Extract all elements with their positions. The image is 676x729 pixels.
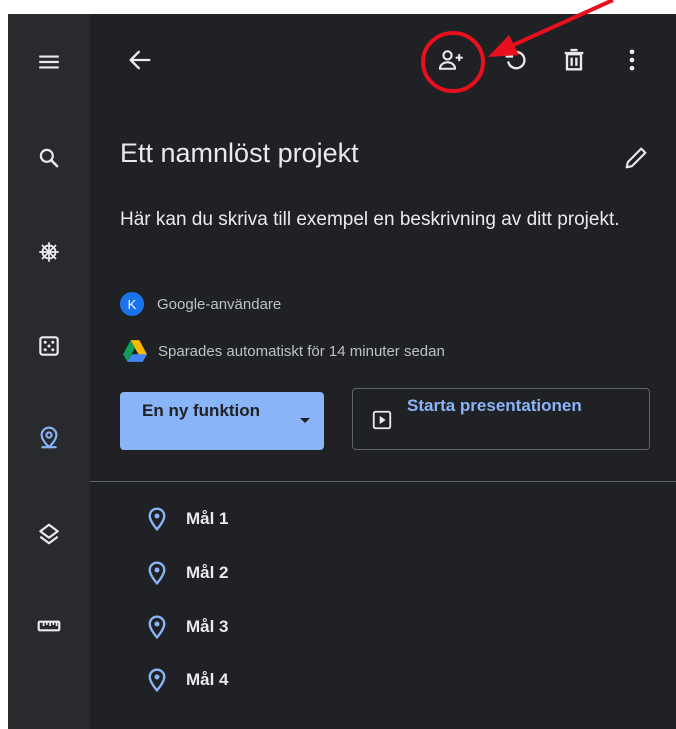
network-icon [39,242,59,262]
sidebar-rail [8,14,90,729]
menu-icon [39,55,59,69]
avatar: K [120,292,144,316]
section-divider [90,481,676,482]
google-drive-icon [123,340,147,362]
edit-title-button[interactable] [620,142,652,174]
more-vert-icon [629,49,635,71]
add-person-icon [438,50,463,70]
new-feature-label: En ny funktion [142,401,261,420]
goal-label: Mål 2 [186,563,229,582]
layers-button[interactable] [8,506,90,562]
location-pin-icon [148,507,166,532]
project-title: Ett namnlöst projekt [120,138,359,168]
menu-button[interactable] [8,34,90,90]
location-pin-icon [148,668,166,693]
ruler-icon [37,620,61,632]
new-feature-button[interactable]: En ny funktion [120,392,324,450]
network-button[interactable] [8,224,90,280]
goal-label: Mål 3 [186,617,229,636]
more-options-button[interactable] [612,40,652,80]
save-status-text: Sparades automatiskt för 14 minuter seda… [158,342,445,360]
start-presentation-label: Starta presentationen [407,396,582,415]
undo-icon [505,50,526,70]
dice-icon [39,336,59,356]
project-panel: Ett namnlöst projekt Här kan du skriva t… [90,14,676,729]
goal-item[interactable]: Mål 4 [144,667,229,693]
location-pin-icon [148,561,166,586]
trash-icon [564,48,584,71]
goal-label: Mål 1 [186,509,229,528]
layers-icon [39,523,59,545]
project-description: Här kan du skriva till exempel en beskri… [120,209,620,230]
measure-button[interactable] [8,598,90,654]
project-toolbar [90,14,676,108]
back-arrow-icon [129,50,151,70]
goal-item[interactable]: Mål 1 [144,506,229,532]
goal-label: Mål 4 [186,670,229,689]
play-presentation-icon [372,410,392,430]
pencil-icon [625,147,647,169]
share-button[interactable] [431,40,471,80]
undo-button[interactable] [496,40,536,80]
map-pin-icon [40,426,58,449]
search-icon [39,148,59,168]
search-button[interactable] [8,130,90,186]
delete-button[interactable] [554,40,594,80]
save-status: Sparades automatiskt för 14 minuter seda… [120,338,445,364]
project-owner: K Google-användare [120,292,281,316]
back-button[interactable] [120,40,160,80]
projects-button[interactable] [8,410,90,466]
random-button[interactable] [8,318,90,374]
owner-name: Google-användare [157,295,282,313]
app-window: Ett namnlöst projekt Här kan du skriva t… [8,14,676,729]
caret-down-icon [300,418,310,423]
goal-item[interactable]: Mål 2 [144,560,229,586]
start-presentation-button[interactable]: Starta presentationen [352,388,650,450]
goal-item[interactable]: Mål 3 [144,614,229,640]
location-pin-icon [148,615,166,640]
